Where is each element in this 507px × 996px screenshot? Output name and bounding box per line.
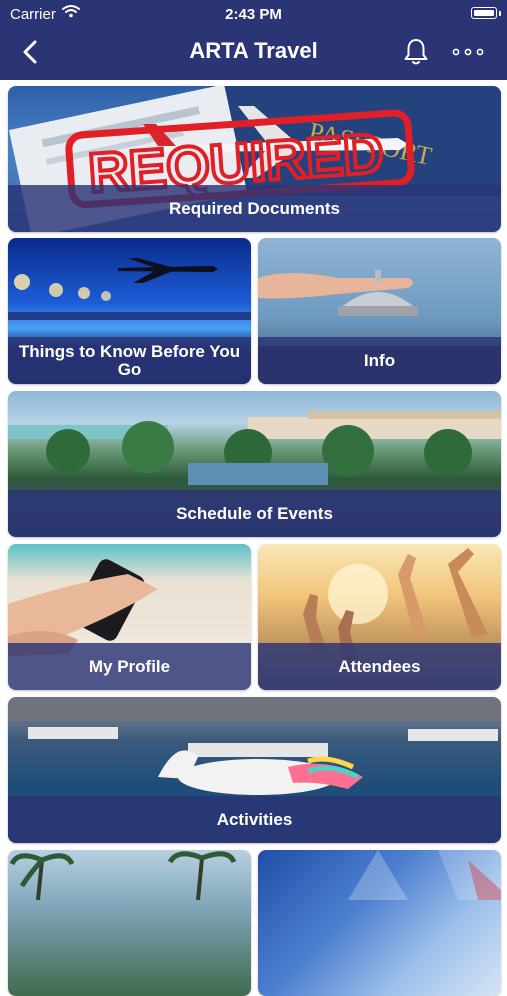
tile-label: Activities — [8, 796, 501, 843]
tile-label: Info — [258, 337, 501, 384]
battery-icon — [471, 7, 497, 19]
notifications-button[interactable] — [400, 36, 432, 68]
tile-schedule-of-events[interactable]: Schedule of Events — [8, 391, 501, 537]
tile-label: Things to Know Before You Go — [8, 337, 251, 384]
tile-required-documents[interactable]: PASSPORT REQUIRED Required Documents — [8, 86, 501, 232]
more-button[interactable] — [448, 36, 488, 68]
bell-icon — [404, 39, 428, 65]
tile-partial-right[interactable] — [258, 850, 501, 996]
app-header: Carrier 2:43 PM ARTA Travel — [0, 0, 507, 80]
sky-image — [258, 850, 501, 996]
tile-attendees[interactable]: Attendees — [258, 544, 501, 690]
status-bar: Carrier 2:43 PM — [0, 0, 507, 28]
more-horizontal-icon — [452, 48, 484, 56]
tile-things-to-know[interactable]: Things to Know Before You Go — [8, 238, 251, 384]
tile-activities[interactable]: Activities — [8, 697, 501, 843]
tile-label: Schedule of Events — [8, 490, 501, 537]
tile-label: Required Documents — [8, 185, 501, 232]
tile-label: My Profile — [8, 643, 251, 690]
status-time: 2:43 PM — [225, 6, 282, 23]
palm-trees-image — [8, 850, 251, 996]
tile-partial-left[interactable] — [8, 850, 251, 996]
battery-tip — [499, 11, 501, 16]
nav-bar: ARTA Travel — [0, 28, 507, 76]
tile-label: Attendees — [258, 643, 501, 690]
tile-info[interactable]: Info — [258, 238, 501, 384]
tile-my-profile[interactable]: My Profile — [8, 544, 251, 690]
app-screen: Carrier 2:43 PM ARTA Travel PASSPORT REQ… — [0, 0, 507, 996]
